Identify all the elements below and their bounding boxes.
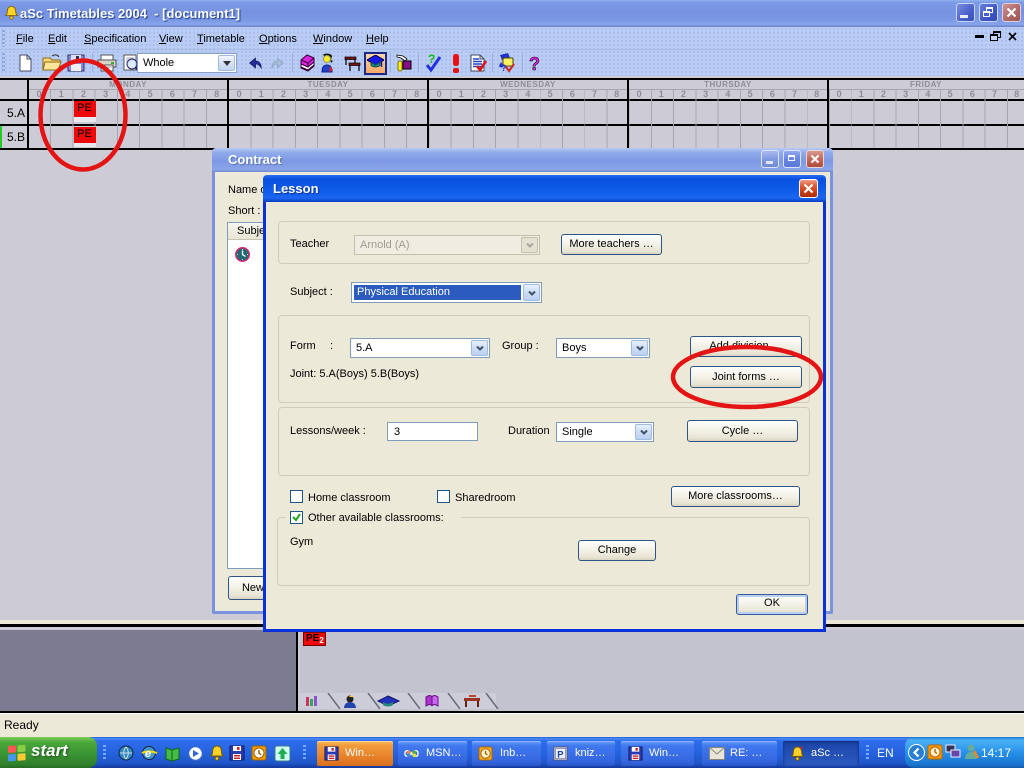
svg-text:e: e	[145, 748, 151, 760]
svg-text:P: P	[557, 749, 563, 759]
svg-text:?: ?	[529, 54, 540, 74]
